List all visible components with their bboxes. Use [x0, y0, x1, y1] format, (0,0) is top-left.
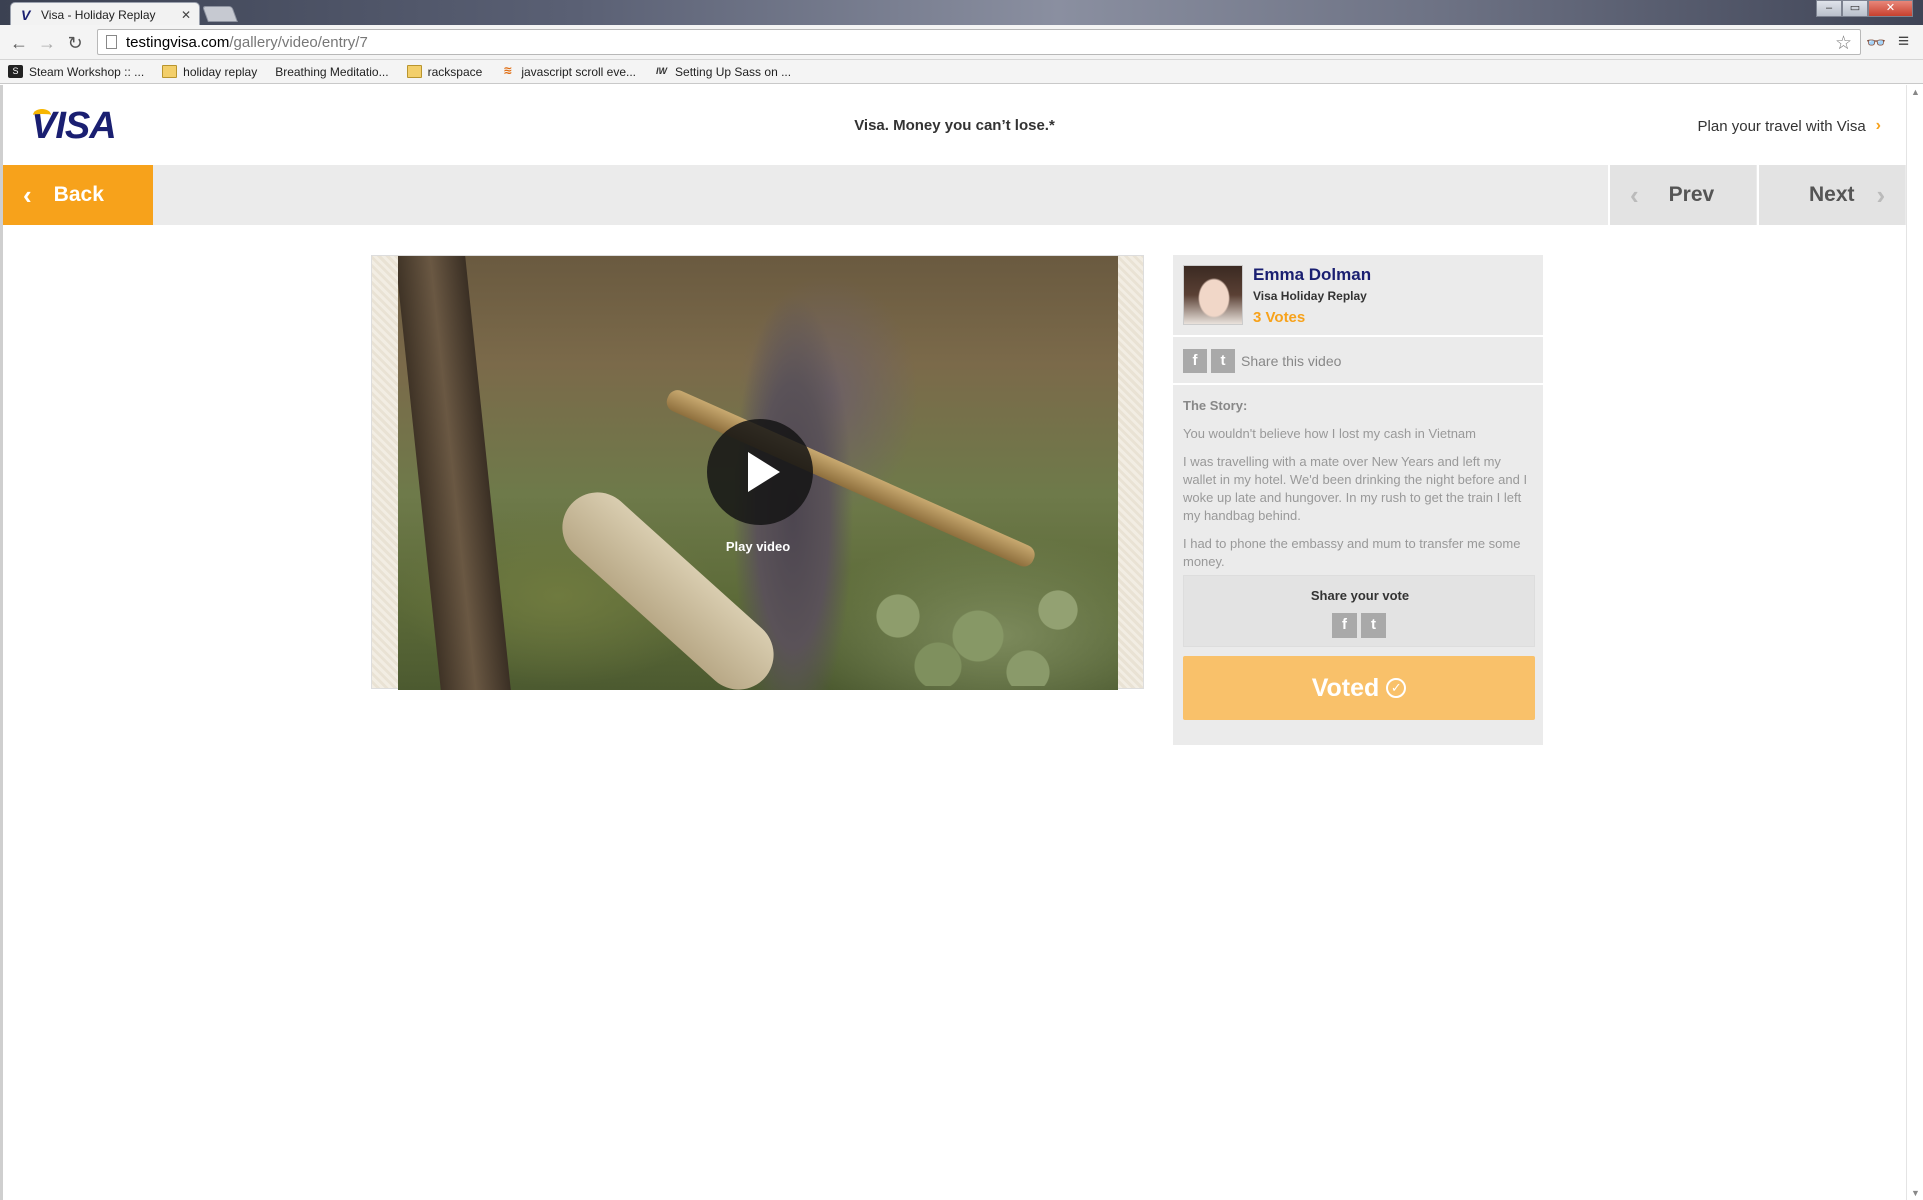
gallery-navbar: ‹ Back ‹ Prev Next › — [3, 165, 1906, 225]
twitter-icon[interactable]: t — [1361, 613, 1386, 638]
bookmark-star-icon[interactable]: ☆ — [1835, 32, 1852, 55]
next-button[interactable]: Next › — [1757, 165, 1905, 225]
bookmark-label: Setting Up Sass on ... — [675, 64, 792, 79]
thumbnail-lily-pads — [868, 586, 1108, 686]
share-vote-icons: f t — [1332, 613, 1390, 638]
url-host: testingvisa.com — [126, 33, 230, 51]
avatar — [1183, 265, 1243, 325]
forward-arrow-icon[interactable]: → — [36, 32, 58, 54]
url-path: /gallery/video/entry/7 — [229, 33, 368, 51]
visa-favicon-icon: V — [21, 6, 31, 23]
restore-button[interactable]: ▭ — [1842, 0, 1868, 17]
voted-button[interactable]: Voted ✓ — [1183, 656, 1535, 720]
plan-travel-link[interactable]: Plan your travel with Visa › — [1698, 117, 1881, 135]
back-button[interactable]: ‹ Back — [3, 165, 153, 225]
back-arrow-icon[interactable]: ← — [8, 32, 30, 54]
plan-travel-label: Plan your travel with Visa — [1697, 117, 1866, 135]
window-titlebar: V Visa - Holiday Replay ✕ – ▭ ✕ — [0, 0, 1923, 26]
incognito-icon[interactable]: 👓 — [1866, 33, 1886, 53]
minimize-button[interactable]: – — [1816, 0, 1842, 17]
bookmark-item[interactable]: S Steam Workshop :: ... — [8, 65, 144, 79]
story-paragraph: I had to phone the embassy and mum to tr… — [1183, 536, 1521, 569]
chevron-right-icon: › — [1876, 179, 1886, 210]
facebook-icon[interactable]: f — [1332, 613, 1357, 638]
facebook-icon[interactable]: f — [1183, 349, 1207, 373]
folder-icon — [406, 65, 422, 78]
page-viewport: VISA Visa. Money you can’t lose.* Plan y… — [0, 85, 1923, 1200]
play-video-label[interactable]: Play video — [398, 539, 1118, 554]
page-icon — [106, 35, 117, 49]
story-paragraph: You wouldn't believe how I lost my cash … — [1183, 426, 1476, 441]
bookmark-label: holiday replay — [183, 64, 258, 79]
scroll-down-icon[interactable]: ▼ — [1911, 1188, 1920, 1198]
back-label: Back — [53, 183, 104, 206]
bookmark-folder[interactable]: rackspace — [406, 64, 483, 79]
bookmark-label: Steam Workshop :: ... — [29, 64, 145, 79]
scroll-up-icon[interactable]: ▲ — [1911, 87, 1920, 97]
entry-sidebar: Emma Dolman Visa Holiday Replay 3 Votes … — [1173, 255, 1543, 745]
stackoverflow-icon: ≋ — [503, 65, 513, 77]
tab-close-icon[interactable]: ✕ — [181, 8, 191, 22]
browser-toolbar: ← → ↻ testingvisa.com/gallery/video/entr… — [0, 25, 1923, 60]
bookmark-label: Breathing Meditatio... — [275, 64, 389, 79]
bookmark-label: javascript scroll eve... — [521, 64, 637, 79]
share-vote-box: Share your vote f t — [1183, 575, 1535, 647]
bookmarks-bar: S Steam Workshop :: ... holiday replay B… — [0, 60, 1923, 84]
entry-profile: Emma Dolman Visa Holiday Replay 3 Votes — [1173, 255, 1543, 337]
address-bar[interactable]: testingvisa.com/gallery/video/entry/7 ☆ — [97, 29, 1861, 55]
entry-campaign: Visa Holiday Replay — [1253, 289, 1367, 303]
video-player[interactable]: Play video — [371, 255, 1144, 690]
iw-icon: IW — [656, 66, 668, 76]
voted-label: Voted — [1311, 673, 1380, 702]
window-controls: – ▭ ✕ — [1816, 0, 1913, 17]
bookmark-label: rackspace — [427, 64, 483, 79]
check-circle-icon: ✓ — [1386, 678, 1407, 698]
bookmark-item[interactable]: IW Setting Up Sass on ... — [654, 65, 791, 79]
vertical-scrollbar[interactable]: ▲ ▼ — [1906, 85, 1923, 1200]
menu-icon[interactable]: ≡ — [1898, 31, 1909, 53]
tab-title: Visa - Holiday Replay — [41, 7, 156, 22]
reload-icon[interactable]: ↻ — [64, 32, 86, 54]
chevron-left-icon: ‹ — [23, 179, 32, 210]
play-button[interactable] — [707, 419, 813, 525]
bookmark-item[interactable]: ≋ javascript scroll eve... — [500, 65, 636, 79]
entrant-name[interactable]: Emma Dolman — [1253, 265, 1371, 285]
prev-button[interactable]: ‹ Prev — [1608, 165, 1756, 225]
twitter-icon[interactable]: t — [1211, 349, 1235, 373]
folder-icon — [162, 65, 178, 78]
story-title: The Story: — [1183, 398, 1248, 413]
story-paragraph: I was travelling with a mate over New Ye… — [1183, 454, 1528, 523]
tagline: Visa. Money you can’t lose.* — [854, 117, 1055, 134]
steam-icon: S — [8, 65, 23, 78]
chevron-left-icon: ‹ — [1630, 179, 1639, 210]
next-label: Next — [1809, 183, 1855, 206]
thumbnail-tree-trunk — [398, 256, 511, 690]
site-header: VISA Visa. Money you can’t lose.* Plan y… — [3, 85, 1906, 165]
play-icon — [748, 452, 780, 492]
bookmark-folder[interactable]: holiday replay — [162, 65, 257, 79]
vote-count: 3 Votes — [1253, 309, 1306, 326]
story-section: The Story: You wouldn't believe how I lo… — [1183, 397, 1535, 581]
close-window-button[interactable]: ✕ — [1868, 0, 1913, 17]
share-vote-title: Share your vote — [1310, 588, 1410, 603]
new-tab-button[interactable] — [202, 6, 238, 22]
chevron-right-icon: › — [1875, 117, 1881, 134]
video-thumbnail: Play video — [398, 256, 1118, 690]
prev-label: Prev — [1668, 183, 1715, 206]
share-video-row: f t Share this video — [1173, 339, 1543, 385]
browser-tab[interactable]: V Visa - Holiday Replay ✕ — [10, 2, 200, 26]
share-video-label: Share this video — [1241, 353, 1342, 369]
bookmark-item[interactable]: Breathing Meditatio... — [275, 65, 388, 79]
